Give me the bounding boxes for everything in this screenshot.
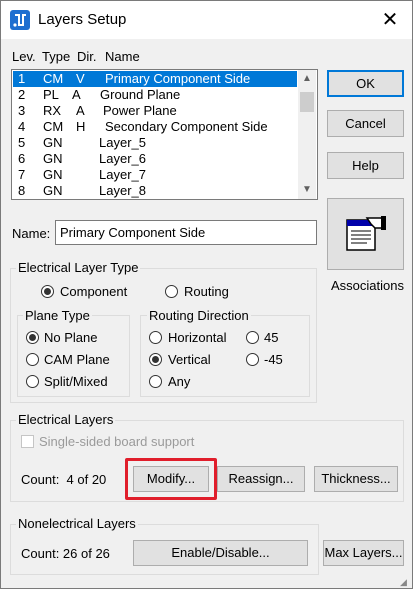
horizontal-radio[interactable] (149, 331, 162, 344)
list-scrollbar[interactable]: ▲ ▼ (298, 70, 316, 199)
modify-highlight (125, 458, 217, 500)
layer-lev: 2 (18, 87, 26, 102)
split-mixed-label: Split/Mixed (44, 374, 108, 389)
layer-name: Layer_7 (99, 167, 146, 182)
no-plane-radio[interactable] (26, 331, 39, 344)
column-header-dir: Dir. (77, 49, 97, 64)
list-item[interactable]: 2 PL A Ground Plane (13, 87, 297, 103)
list-item[interactable]: 6 GN Layer_6 (13, 151, 297, 167)
any-label: Any (168, 374, 191, 389)
associations-label: Associations (331, 278, 404, 293)
single-sided-checkbox[interactable] (21, 435, 34, 448)
reassign-button[interactable]: Reassign... (217, 466, 305, 492)
cancel-button[interactable]: Cancel (327, 110, 404, 137)
electrical-layers-title: Electrical Layers (16, 412, 116, 427)
layer-lev: 7 (18, 167, 26, 182)
layer-lev: 1 (18, 71, 26, 86)
layer-type: GN (43, 151, 63, 166)
layer-lev: 8 (18, 183, 26, 198)
layer-lev: 5 (18, 135, 26, 150)
ok-button[interactable]: OK (327, 70, 404, 97)
routing-direction-group (140, 315, 310, 397)
any-radio[interactable] (149, 375, 162, 388)
direction-45-radio[interactable] (246, 331, 259, 344)
layer-type: CM (43, 119, 64, 134)
cam-plane-label: CAM Plane (44, 352, 110, 367)
electrical-count: Count: 4 of 20 (21, 472, 107, 487)
vertical-label: Vertical (168, 352, 211, 367)
plane-type-title: Plane Type (23, 308, 92, 323)
nonelectrical-layers-title: Nonelectrical Layers (16, 516, 138, 531)
document-hand-icon (346, 216, 386, 251)
help-button[interactable]: Help (327, 152, 404, 179)
layer-name: Layer_8 (99, 183, 146, 198)
title-bar: Layers Setup ✕ (1, 1, 412, 39)
list-item[interactable]: 1 CM V Primary Component Side (13, 71, 297, 87)
resize-grip-icon[interactable]: ◢ (400, 577, 407, 588)
direction-minus-45-label: -45 (264, 352, 283, 367)
nonelectrical-count: Count: 26 of 26 (21, 546, 110, 561)
app-icon (10, 10, 30, 30)
layer-dir: A (76, 103, 85, 118)
column-header-lev: Lev. (12, 49, 36, 64)
electrical-layer-type-title: Electrical Layer Type (16, 260, 141, 275)
direction-45-label: 45 (264, 330, 279, 345)
routing-direction-title: Routing Direction (147, 308, 251, 323)
column-header-type: Type (42, 49, 71, 64)
scroll-down-icon[interactable]: ▼ (298, 181, 316, 199)
name-field[interactable]: Primary Component Side (55, 220, 317, 245)
layer-type: CM (43, 71, 64, 86)
list-item[interactable]: 4 CM H Secondary Component Side (13, 119, 297, 135)
layer-dir: A (72, 87, 81, 102)
layer-lev: 6 (18, 151, 26, 166)
single-sided-label: Single-sided board support (39, 434, 195, 449)
thickness-button[interactable]: Thickness... (314, 466, 398, 492)
layer-type: RX (43, 103, 62, 118)
layers-list[interactable]: 1 CM V Primary Component Side 2 PL A Gro… (11, 69, 318, 200)
layer-dir: V (76, 71, 85, 86)
layer-name: Ground Plane (100, 87, 181, 102)
layer-type: GN (43, 135, 63, 150)
layer-type: GN (43, 183, 63, 198)
cam-plane-radio[interactable] (26, 353, 39, 366)
layer-type: PL (43, 87, 59, 102)
component-radio[interactable] (41, 285, 54, 298)
layer-type: GN (43, 167, 63, 182)
column-header-name: Name (105, 49, 140, 64)
layer-name: Primary Component Side (105, 71, 251, 86)
layer-name: Layer_6 (99, 151, 146, 166)
close-icon[interactable]: ✕ (377, 7, 403, 33)
list-item[interactable]: 5 GN Layer_5 (13, 135, 297, 151)
routing-label: Routing (184, 284, 229, 299)
layer-dir: H (76, 119, 86, 134)
direction-minus-45-radio[interactable] (246, 353, 259, 366)
scroll-thumb[interactable] (300, 92, 314, 112)
list-item[interactable]: 7 GN Layer_7 (13, 167, 297, 183)
list-item[interactable]: 3 RX A Power Plane (13, 103, 297, 119)
enable-disable-button[interactable]: Enable/Disable... (133, 540, 308, 566)
horizontal-label: Horizontal (168, 330, 227, 345)
split-mixed-radio[interactable] (26, 375, 39, 388)
list-item[interactable]: 8 GN Layer_8 (13, 183, 297, 199)
routing-radio[interactable] (165, 285, 178, 298)
no-plane-label: No Plane (44, 330, 98, 345)
window-title: Layers Setup (38, 11, 127, 28)
layer-lev: 3 (18, 103, 26, 118)
name-label: Name: (12, 226, 51, 241)
vertical-radio[interactable] (149, 353, 162, 366)
layer-lev: 4 (18, 119, 26, 134)
max-layers-button[interactable]: Max Layers... (323, 540, 404, 566)
layer-name: Secondary Component Side (105, 119, 268, 134)
component-label: Component (60, 284, 128, 299)
layer-name: Power Plane (103, 103, 177, 118)
layers-setup-dialog: Layers Setup ✕ Lev. Type Dir. Name 1 CM … (0, 0, 413, 589)
scroll-up-icon[interactable]: ▲ (298, 70, 316, 88)
layer-name: Layer_5 (99, 135, 146, 150)
associations-button[interactable] (327, 198, 404, 270)
